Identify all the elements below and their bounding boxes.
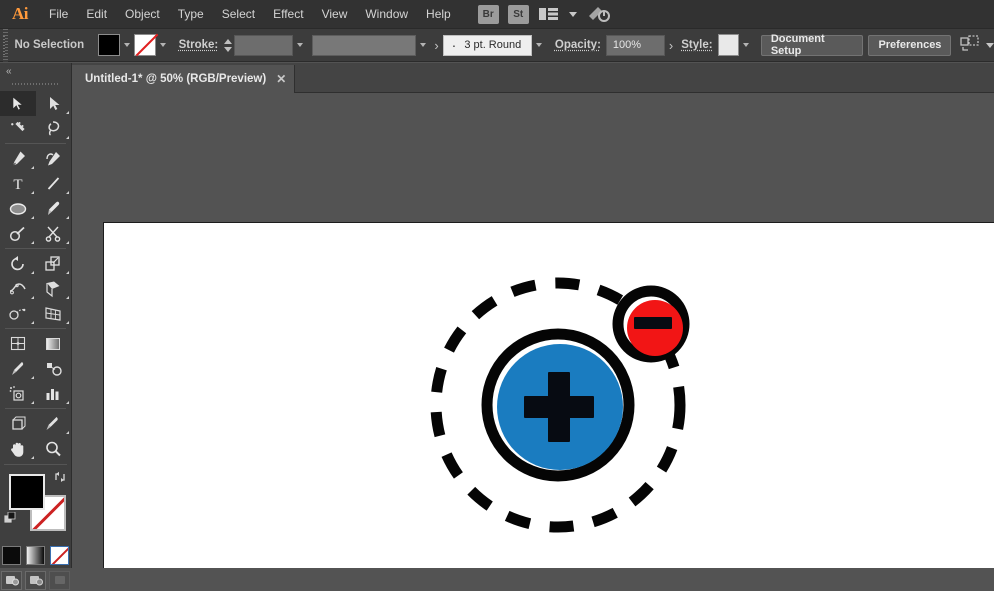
stroke-weight-label: Stroke: xyxy=(178,39,219,51)
fill-stroke-controls xyxy=(0,468,71,542)
menu-item-edit[interactable]: Edit xyxy=(77,0,116,29)
tool-type[interactable]: T xyxy=(0,171,36,196)
tool-column-graph[interactable] xyxy=(36,381,72,406)
normal-screen-mode-icon[interactable] xyxy=(1,570,22,590)
tool-slice[interactable] xyxy=(36,411,72,436)
svg-text:T: T xyxy=(13,177,22,192)
menu-item-effect[interactable]: Effect xyxy=(264,0,312,29)
control-bar-grip[interactable] xyxy=(0,28,9,62)
arrange-documents-icon[interactable] xyxy=(538,6,560,22)
style-chevron-down-icon[interactable] xyxy=(739,34,753,56)
tool-mesh[interactable] xyxy=(0,331,36,356)
stroke-weight-chevron-down-icon[interactable] xyxy=(293,34,307,56)
collapse-panel-icon[interactable]: « xyxy=(0,63,71,79)
menu-item-window[interactable]: Window xyxy=(356,0,417,29)
align-chevron-down-icon[interactable] xyxy=(985,42,994,48)
fill-color-swatch[interactable] xyxy=(98,34,120,56)
color-mode-gradient-icon[interactable] xyxy=(26,545,45,565)
screen-mode-row xyxy=(0,569,71,591)
full-screen-icon[interactable] xyxy=(49,570,70,590)
style-label: Style: xyxy=(681,39,713,51)
tool-free-transform[interactable] xyxy=(36,276,72,301)
artboard[interactable] xyxy=(103,222,994,568)
tool-shape-builder[interactable] xyxy=(0,301,36,326)
selection-status-label: No Selection xyxy=(14,39,85,51)
bridge-icon[interactable]: Br xyxy=(477,4,499,24)
color-mode-solid-icon[interactable] xyxy=(2,545,21,565)
tool-pen[interactable] xyxy=(0,146,36,171)
tools-panel-grip[interactable] xyxy=(11,79,60,89)
control-bar-overflow-left-icon[interactable]: › xyxy=(430,38,442,53)
graphic-style-swatch[interactable] xyxy=(717,34,740,56)
menu-item-select[interactable]: Select xyxy=(213,0,264,29)
tool-direct-selection[interactable] xyxy=(36,91,72,116)
stock-icon[interactable]: St xyxy=(507,4,529,24)
color-mode-row xyxy=(0,544,71,566)
tool-ellipse[interactable] xyxy=(0,196,36,221)
canvas-workspace[interactable] xyxy=(72,93,994,568)
tool-magic-wand[interactable] xyxy=(0,116,36,141)
document-setup-button[interactable]: Document Setup xyxy=(760,33,863,57)
menu-bar: Ai File Edit Object Type Select Effect V… xyxy=(0,0,994,29)
default-fill-stroke-icon[interactable] xyxy=(3,511,17,525)
color-mode-none-icon[interactable] xyxy=(50,545,69,565)
close-icon[interactable]: ✕ xyxy=(276,72,286,86)
tool-curvature[interactable] xyxy=(36,146,72,171)
tool-hand[interactable] xyxy=(0,436,36,461)
fill-swatch[interactable] xyxy=(9,474,45,510)
tool-zoom[interactable] xyxy=(36,436,72,461)
menu-item-help[interactable]: Help xyxy=(417,0,460,29)
swap-fill-stroke-icon[interactable] xyxy=(53,470,67,484)
opacity-field[interactable]: 100% xyxy=(605,34,665,56)
brush-definition-field[interactable]: · 3 pt. Round xyxy=(442,34,532,56)
tool-artboard[interactable] xyxy=(0,411,36,436)
tool-lasso[interactable] xyxy=(36,116,72,141)
tool-selection[interactable] xyxy=(0,91,36,116)
tool-paintbrush[interactable] xyxy=(36,196,72,221)
menu-item-view[interactable]: View xyxy=(313,0,357,29)
tool-scissors[interactable] xyxy=(36,221,72,246)
workspace-switcher-icon[interactable] xyxy=(586,4,612,24)
tools-grid: T xyxy=(0,91,71,461)
stroke-profile-field[interactable] xyxy=(312,34,417,56)
menu-item-object[interactable]: Object xyxy=(116,0,169,29)
tool-rotate[interactable] xyxy=(0,251,36,276)
electron-minus-symbol xyxy=(634,317,672,329)
opacity-label: Opacity: xyxy=(554,39,601,51)
atom-illustration[interactable] xyxy=(427,258,707,538)
tool-scale[interactable] xyxy=(36,251,72,276)
tool-perspective-grid[interactable] xyxy=(36,301,72,326)
arrange-chevron-down-icon[interactable] xyxy=(568,11,577,17)
stroke-weight-stepper[interactable] xyxy=(223,35,233,55)
tool-symbol-sprayer[interactable] xyxy=(0,381,36,406)
tool-shaper[interactable] xyxy=(0,221,36,246)
brush-definition-value: 3 pt. Round xyxy=(464,39,522,51)
align-objects-icon[interactable] xyxy=(959,34,981,57)
preferences-button[interactable]: Preferences xyxy=(868,34,952,56)
menubar-app-shortcuts: Br St xyxy=(477,4,612,24)
fill-chevron-down-icon[interactable] xyxy=(120,34,134,56)
app-logo-icon: Ai xyxy=(12,4,29,23)
document-tab-bar: Untitled-1* @ 50% (RGB/Preview) ✕ xyxy=(72,63,994,93)
tool-width[interactable] xyxy=(0,276,36,301)
menu-item-file[interactable]: File xyxy=(40,0,77,29)
document-tab[interactable]: Untitled-1* @ 50% (RGB/Preview) ✕ xyxy=(72,65,296,93)
tool-line-segment[interactable] xyxy=(36,171,72,196)
menu-item-type[interactable]: Type xyxy=(169,0,213,29)
tool-blend[interactable] xyxy=(36,356,72,381)
stroke-profile-chevron-down-icon[interactable] xyxy=(416,34,430,56)
document-tab-title: Untitled-1* @ 50% (RGB/Preview) xyxy=(85,73,267,85)
control-bar: No Selection Stroke: › · 3 pt. Round Opa… xyxy=(0,28,994,62)
brush-definition-chevron-down-icon[interactable] xyxy=(532,34,546,56)
stroke-color-swatch[interactable] xyxy=(133,34,156,56)
opacity-flyout-icon[interactable]: › xyxy=(665,38,677,53)
tool-gradient[interactable] xyxy=(36,331,72,356)
full-screen-menubar-icon[interactable] xyxy=(25,570,46,590)
tool-eyedropper[interactable] xyxy=(0,356,36,381)
stroke-weight-field[interactable] xyxy=(233,34,293,56)
stroke-chevron-down-icon[interactable] xyxy=(156,34,170,56)
tools-panel: « T xyxy=(0,63,72,590)
